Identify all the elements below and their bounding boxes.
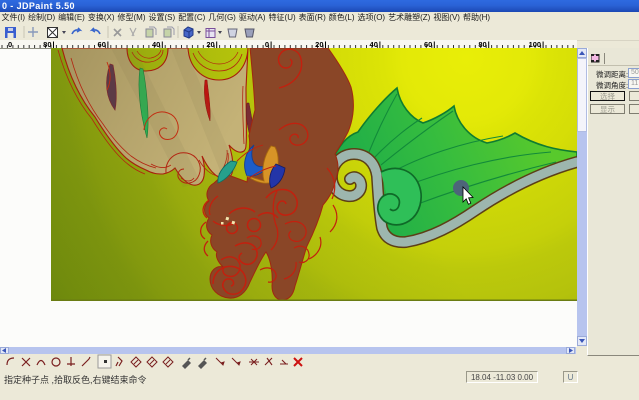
svg-text:20: 20 — [206, 40, 214, 48]
svg-text:80: 80 — [43, 40, 51, 48]
svg-text:0: 0 — [8, 40, 12, 48]
svg-text:0: 0 — [265, 40, 269, 48]
svg-text:100: 100 — [529, 40, 542, 48]
svg-text:40: 40 — [152, 40, 160, 48]
svg-text:60: 60 — [98, 40, 106, 48]
svg-text:80: 80 — [478, 40, 486, 48]
svg-text:40: 40 — [370, 40, 378, 48]
svg-text:20: 20 — [315, 40, 323, 48]
svg-text:60: 60 — [424, 40, 432, 48]
